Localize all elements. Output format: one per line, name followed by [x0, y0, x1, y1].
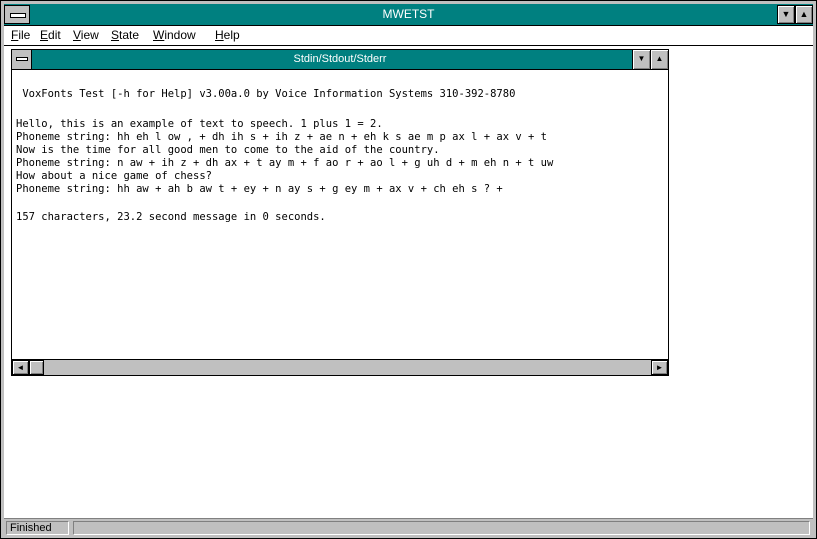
child-minimize-button[interactable]: ▼: [632, 50, 650, 69]
status-text: Finished: [6, 521, 69, 535]
scroll-right-button[interactable]: ►: [651, 360, 668, 375]
menu-help-rest: elp: [223, 28, 240, 42]
console-line: Phoneme string: hh aw + ah b aw t + ey +…: [16, 183, 503, 195]
menu-state-key: S: [111, 28, 120, 42]
menu-edit-rest: dit: [48, 28, 61, 42]
console-line: Phoneme string: n aw + ih z + dh ax + t …: [16, 157, 554, 169]
console-output[interactable]: VoxFonts Test [-h for Help] v3.00a.0 by …: [12, 70, 668, 359]
menu-file[interactable]: File: [6, 26, 35, 45]
menu-file-rest: ile: [18, 28, 31, 42]
window-title: MWETST: [382, 7, 435, 21]
status-pane-empty: [73, 521, 810, 535]
console-line: VoxFonts Test [-h for Help] v3.00a.0 by …: [16, 88, 516, 100]
maximize-button[interactable]: ▲: [795, 5, 813, 24]
child-maximize-button[interactable]: ▲: [650, 50, 668, 69]
menu-help[interactable]: Help: [210, 26, 245, 45]
menu-view-rest: iew: [80, 28, 99, 42]
scroll-left-button[interactable]: ◄: [12, 360, 29, 375]
console-line: 157 characters, 23.2 second message in 0…: [16, 211, 326, 223]
status-bar: Finished: [4, 518, 813, 535]
menu-bar: File Edit View State Window Help: [4, 26, 813, 46]
scroll-thumb[interactable]: [29, 360, 44, 375]
menu-view[interactable]: View: [68, 26, 104, 45]
minimize-button[interactable]: ▼: [777, 5, 795, 24]
menu-state[interactable]: State: [106, 26, 144, 45]
console-line: How about a nice game of chess?: [16, 170, 212, 182]
child-window-title: Stdin/Stdout/Stderr: [293, 53, 387, 65]
console-line: Now is the time for all good men to come…: [16, 144, 440, 156]
menu-window[interactable]: Window: [148, 26, 201, 45]
child-titlebar[interactable]: Stdin/Stdout/Stderr ▼ ▲: [12, 50, 668, 70]
menu-help-key: H: [215, 28, 224, 42]
menu-state-rest: tate: [119, 28, 140, 42]
menu-edit[interactable]: Edit: [35, 26, 66, 45]
horizontal-scrollbar[interactable]: ◄ ►: [12, 359, 668, 375]
menu-edit-key: E: [40, 28, 49, 42]
menu-view-key: V: [73, 28, 81, 42]
main-titlebar[interactable]: MWETST ▼ ▲: [4, 4, 813, 26]
console-line: Phoneme string: hh eh l ow , + dh ih s +…: [16, 131, 548, 143]
console-line: Hello, this is an example of text to spe…: [16, 118, 383, 130]
menu-window-key: W: [153, 28, 165, 42]
console-child-window: Stdin/Stdout/Stderr ▼ ▲ VoxFonts Test [-…: [11, 49, 669, 376]
menu-window-rest: indow: [164, 28, 196, 42]
